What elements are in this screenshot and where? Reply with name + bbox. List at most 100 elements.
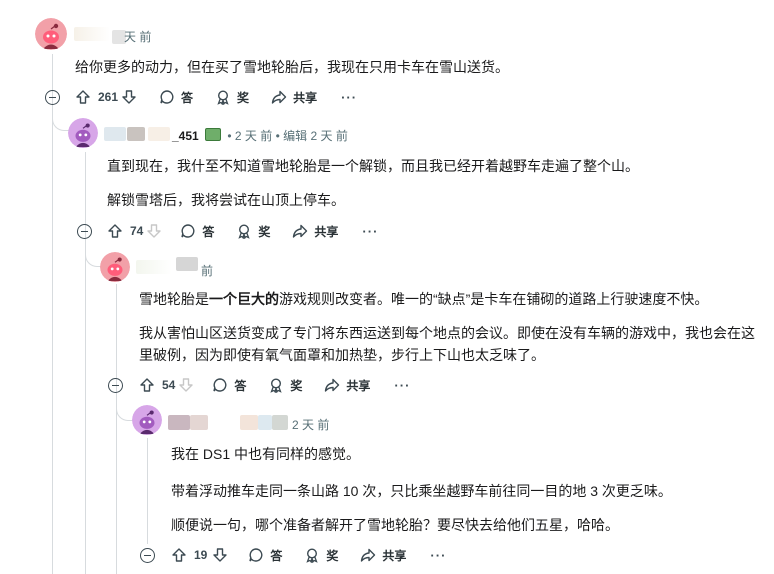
comment-icon xyxy=(213,378,227,392)
reply-label: 答 xyxy=(270,548,283,563)
downvote-icon xyxy=(122,90,136,104)
comment-actions: 74 答 奖 共享 ··· xyxy=(107,220,378,242)
downvote-icon xyxy=(213,548,228,562)
avatar[interactable] xyxy=(100,252,130,282)
upvote-button[interactable] xyxy=(107,220,123,242)
more-options-button[interactable]: ··· xyxy=(362,224,378,239)
reply-button[interactable]: 答 xyxy=(159,86,193,108)
avatar[interactable] xyxy=(68,118,98,148)
upvote-button[interactable] xyxy=(171,544,187,566)
thread-line xyxy=(116,284,117,574)
downvote-icon xyxy=(179,378,194,392)
award-icon xyxy=(270,378,283,393)
upvote-icon xyxy=(172,548,186,562)
upvote-icon xyxy=(140,378,154,392)
share-label: 共享 xyxy=(382,548,407,563)
comment-body: 直到现在，我什至不知道雪地轮胎是一个解锁，而且我已经开着越野车走遍了整个山。 xyxy=(107,158,639,174)
comment-body: 我在 DS1 中也有同样的感觉。 xyxy=(171,446,361,462)
award-label: 奖 xyxy=(290,378,303,393)
award-label: 奖 xyxy=(237,90,250,105)
comment-time: 天 前 xyxy=(124,30,152,44)
username-redacted xyxy=(127,127,145,141)
vote-count: 54 xyxy=(162,378,176,392)
comment-time: • 2 天 前 • 编辑 2 天 前 xyxy=(227,129,348,143)
username-redacted xyxy=(148,127,170,141)
collapse-button[interactable] xyxy=(140,548,155,563)
share-icon xyxy=(361,548,376,562)
vote-count: 74 xyxy=(130,224,144,238)
award-icon xyxy=(306,548,319,563)
username-redacted xyxy=(168,415,190,430)
share-button[interactable]: 共享 xyxy=(324,374,370,396)
upvote-button[interactable] xyxy=(75,86,91,108)
comment-icon xyxy=(160,90,174,104)
username-redacted xyxy=(104,127,126,141)
comment-text: 游戏规则改变者。唯一的“缺点”是卡车在铺砌的道路上行驶速度不快。 xyxy=(279,291,709,307)
share-icon xyxy=(325,378,340,392)
comment-body: 带着浮动推车走同一条山路 10 次，只比乘坐越野车前往同一目的地 3 次更乏味。 xyxy=(171,483,672,499)
username-redacted xyxy=(190,415,208,430)
downvote-icon xyxy=(147,224,162,238)
reply-label: 答 xyxy=(181,90,194,105)
collapse-button[interactable] xyxy=(45,90,60,105)
comment-icon xyxy=(249,548,263,562)
more-options-button[interactable]: ··· xyxy=(394,378,410,393)
downvote-button[interactable] xyxy=(146,220,162,242)
comment-actions: 19 答 奖 共享 ··· xyxy=(171,544,446,566)
thread-line xyxy=(52,54,53,574)
share-label: 共享 xyxy=(293,90,318,105)
award-button[interactable]: 奖 xyxy=(215,86,249,108)
vote-count: 261 xyxy=(98,90,119,104)
more-options-button[interactable]: ··· xyxy=(430,548,446,563)
downvote-button[interactable] xyxy=(121,86,137,108)
thread-line xyxy=(147,438,148,544)
comment-text-bold: 一个巨大的 xyxy=(209,291,279,307)
award-button[interactable]: 奖 xyxy=(236,220,270,242)
reply-button[interactable]: 答 xyxy=(248,544,282,566)
username-redacted xyxy=(258,415,272,430)
more-options-button[interactable]: ··· xyxy=(341,90,357,105)
share-label: 共享 xyxy=(314,224,339,239)
downvote-button[interactable] xyxy=(178,374,194,396)
username-redacted xyxy=(272,415,288,430)
comment-body: 解锁雪塔后，我将尝试在山顶上停车。 xyxy=(107,192,345,208)
share-button[interactable]: 共享 xyxy=(360,544,406,566)
flair-icon xyxy=(205,128,222,141)
comment-body: 顺便说一句，哪个准备者解开了雪地轮胎？要尽快去给他们五星，哈哈。 xyxy=(171,517,619,533)
upvote-icon xyxy=(76,90,90,104)
downvote-button[interactable] xyxy=(212,544,228,566)
share-button[interactable]: 共享 xyxy=(271,86,317,108)
reply-label: 答 xyxy=(234,378,247,393)
award-label: 奖 xyxy=(326,548,339,563)
comment-time: 2 天 前 xyxy=(292,418,330,432)
award-button[interactable]: 奖 xyxy=(268,374,302,396)
award-button[interactable]: 奖 xyxy=(304,544,338,566)
comment-text: 雪地轮胎是 xyxy=(139,291,209,307)
comment-actions: 54 答 奖 共享 ··· xyxy=(139,374,410,396)
comment-body: 我从害怕山区送货变成了专门将东西运送到每个地点的会议。即使在没有车辆的游戏中，我… xyxy=(139,325,755,363)
reply-button[interactable]: 答 xyxy=(212,374,246,396)
vote-count: 19 xyxy=(194,548,208,562)
username-redacted xyxy=(240,415,258,430)
comment-body: 雪地轮胎是一个巨大的游戏规则改变者。唯一的“缺点”是卡车在铺砌的道路上行驶速度不… xyxy=(139,288,708,310)
avatar[interactable] xyxy=(132,405,162,435)
avatar[interactable] xyxy=(35,18,67,50)
award-icon xyxy=(217,90,229,105)
comment-time: 前 xyxy=(201,264,214,278)
share-icon xyxy=(293,224,308,238)
comment-meta: _451 • 2 天 前 • 编辑 2 天 前 xyxy=(172,127,348,144)
username-redacted xyxy=(74,27,110,41)
reply-label: 答 xyxy=(202,224,215,239)
upvote-button[interactable] xyxy=(139,374,155,396)
collapse-button[interactable] xyxy=(77,224,92,239)
share-icon xyxy=(271,90,287,104)
username-redacted xyxy=(136,260,172,274)
share-button[interactable]: 共享 xyxy=(292,220,338,242)
award-icon xyxy=(238,224,251,239)
username[interactable]: _451 xyxy=(172,129,199,143)
collapse-button[interactable] xyxy=(108,378,123,393)
thread-elbow xyxy=(116,396,133,421)
reply-button[interactable]: 答 xyxy=(180,220,214,242)
comment-icon xyxy=(181,224,195,238)
comment-actions: 261 答 奖 共享 ··· xyxy=(75,86,357,108)
